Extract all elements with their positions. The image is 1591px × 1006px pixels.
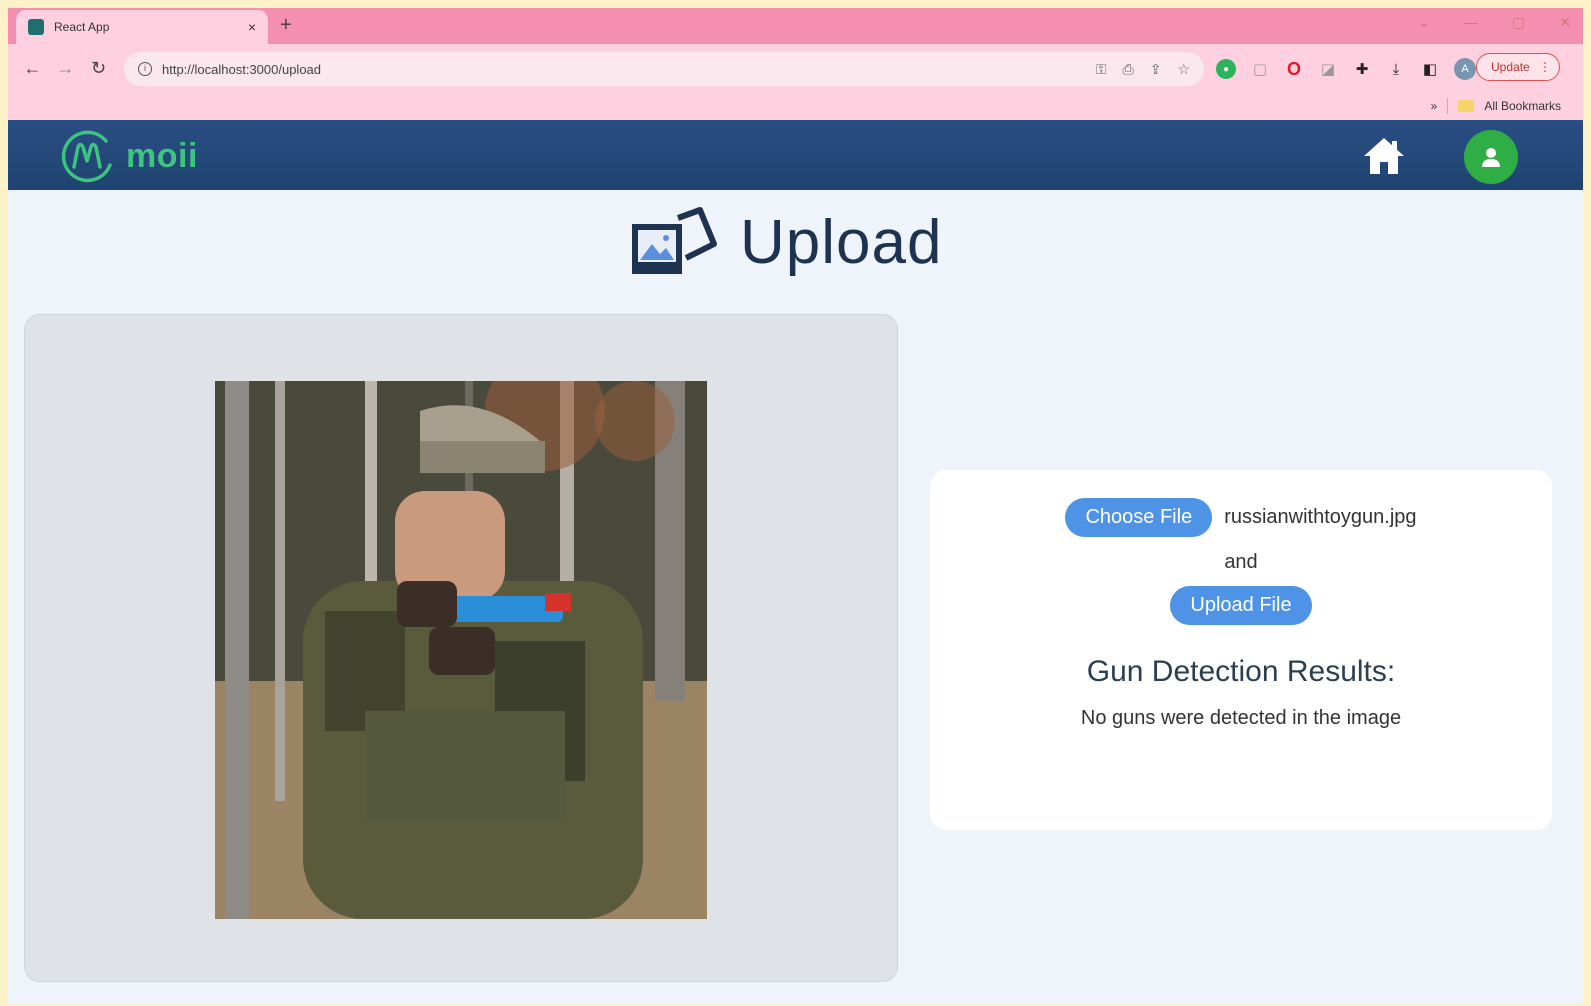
- window-controls: ⌄ — ▢ ✕: [1418, 14, 1571, 31]
- extension-icon[interactable]: ▢: [1250, 59, 1270, 79]
- page-heading: Upload: [628, 204, 942, 280]
- logo[interactable]: moii: [58, 127, 198, 185]
- browser-toolbar: ← → ↻ i http://localhost:3000/upload ⚿ ⎙…: [8, 44, 1583, 92]
- react-favicon-icon: [28, 19, 44, 35]
- update-button[interactable]: Update ⋮: [1476, 53, 1560, 81]
- page-title: Upload: [740, 207, 943, 277]
- site-info-icon[interactable]: i: [138, 62, 152, 76]
- browser-tab[interactable]: React App ×: [16, 10, 268, 44]
- star-icon[interactable]: ☆: [1177, 61, 1190, 78]
- forward-arrow-icon[interactable]: →: [49, 58, 82, 79]
- share-icon[interactable]: ⇪: [1150, 61, 1162, 78]
- uploaded-photo-illustration: [215, 381, 707, 919]
- home-icon[interactable]: [1360, 132, 1408, 180]
- puzzle-piece-icon[interactable]: ✚: [1352, 59, 1372, 79]
- moii-logo-icon: [61, 130, 112, 183]
- key-icon[interactable]: ⚿: [1096, 61, 1107, 78]
- download-icon[interactable]: ⤓: [1386, 59, 1406, 79]
- url-text[interactable]: http://localhost:3000/upload: [162, 62, 1096, 77]
- profile-avatar-icon[interactable]: A: [1454, 58, 1476, 80]
- browser-window: React App × + ⌄ — ▢ ✕ ← → ↻ i http://loc…: [8, 8, 1583, 1004]
- side-panel-icon[interactable]: ◧: [1420, 59, 1440, 79]
- image-upload-icon: [632, 207, 717, 274]
- update-label: Update: [1491, 60, 1530, 74]
- user-avatar-button[interactable]: [1464, 130, 1518, 184]
- image-preview-panel: [24, 314, 898, 982]
- results-heading: Gun Detection Results:: [1086, 655, 1396, 688]
- opera-extension-icon[interactable]: O: [1284, 59, 1304, 79]
- more-vertical-icon: ⋮: [1539, 60, 1551, 74]
- user-icon: [1482, 148, 1500, 167]
- and-text: and: [1224, 551, 1258, 573]
- choose-file-button[interactable]: Choose File: [1065, 498, 1213, 537]
- reload-icon[interactable]: ↻: [82, 58, 115, 79]
- back-arrow-icon[interactable]: ←: [16, 58, 49, 79]
- tab-title: React App: [54, 20, 110, 34]
- chevron-right-icon[interactable]: »: [1431, 99, 1438, 113]
- extension-box-icon[interactable]: ◪: [1318, 59, 1338, 79]
- all-bookmarks-link[interactable]: All Bookmarks: [1484, 99, 1561, 113]
- uploaded-image: [215, 381, 707, 919]
- tab-close-icon[interactable]: ×: [248, 19, 256, 35]
- bookmarks-bar: » All Bookmarks: [8, 92, 1583, 120]
- folder-icon: [1458, 100, 1475, 112]
- app-header: moii: [8, 120, 1583, 190]
- new-tab-button[interactable]: +: [280, 14, 292, 37]
- close-window-icon[interactable]: ✕: [1559, 14, 1571, 31]
- upload-file-button[interactable]: Upload File: [1170, 586, 1312, 625]
- tab-strip: React App × + ⌄ — ▢ ✕: [8, 8, 1583, 44]
- chevron-down-icon[interactable]: ⌄: [1418, 14, 1430, 31]
- grammarly-extension-icon[interactable]: ●: [1216, 59, 1236, 79]
- maximize-icon[interactable]: ▢: [1512, 14, 1525, 31]
- file-input-row: Choose File russianwithtoygun.jpg: [1065, 498, 1417, 537]
- results-message: No guns were detected in the image: [1080, 707, 1402, 729]
- bookmarks-divider: [1447, 98, 1449, 114]
- extensions-area: ● ▢ O ◪ ✚ ⤓ ◧ A: [1216, 58, 1476, 80]
- google-lens-icon[interactable]: ⎙: [1123, 61, 1134, 78]
- address-bar[interactable]: i http://localhost:3000/upload ⚿ ⎙ ⇪ ☆: [124, 52, 1204, 86]
- minimize-icon[interactable]: —: [1464, 14, 1478, 31]
- logo-text: moii: [126, 136, 198, 175]
- selected-file-name: russianwithtoygun.jpg: [1224, 506, 1417, 528]
- upload-results-card: Choose File russianwithtoygun.jpg and Up…: [930, 470, 1552, 830]
